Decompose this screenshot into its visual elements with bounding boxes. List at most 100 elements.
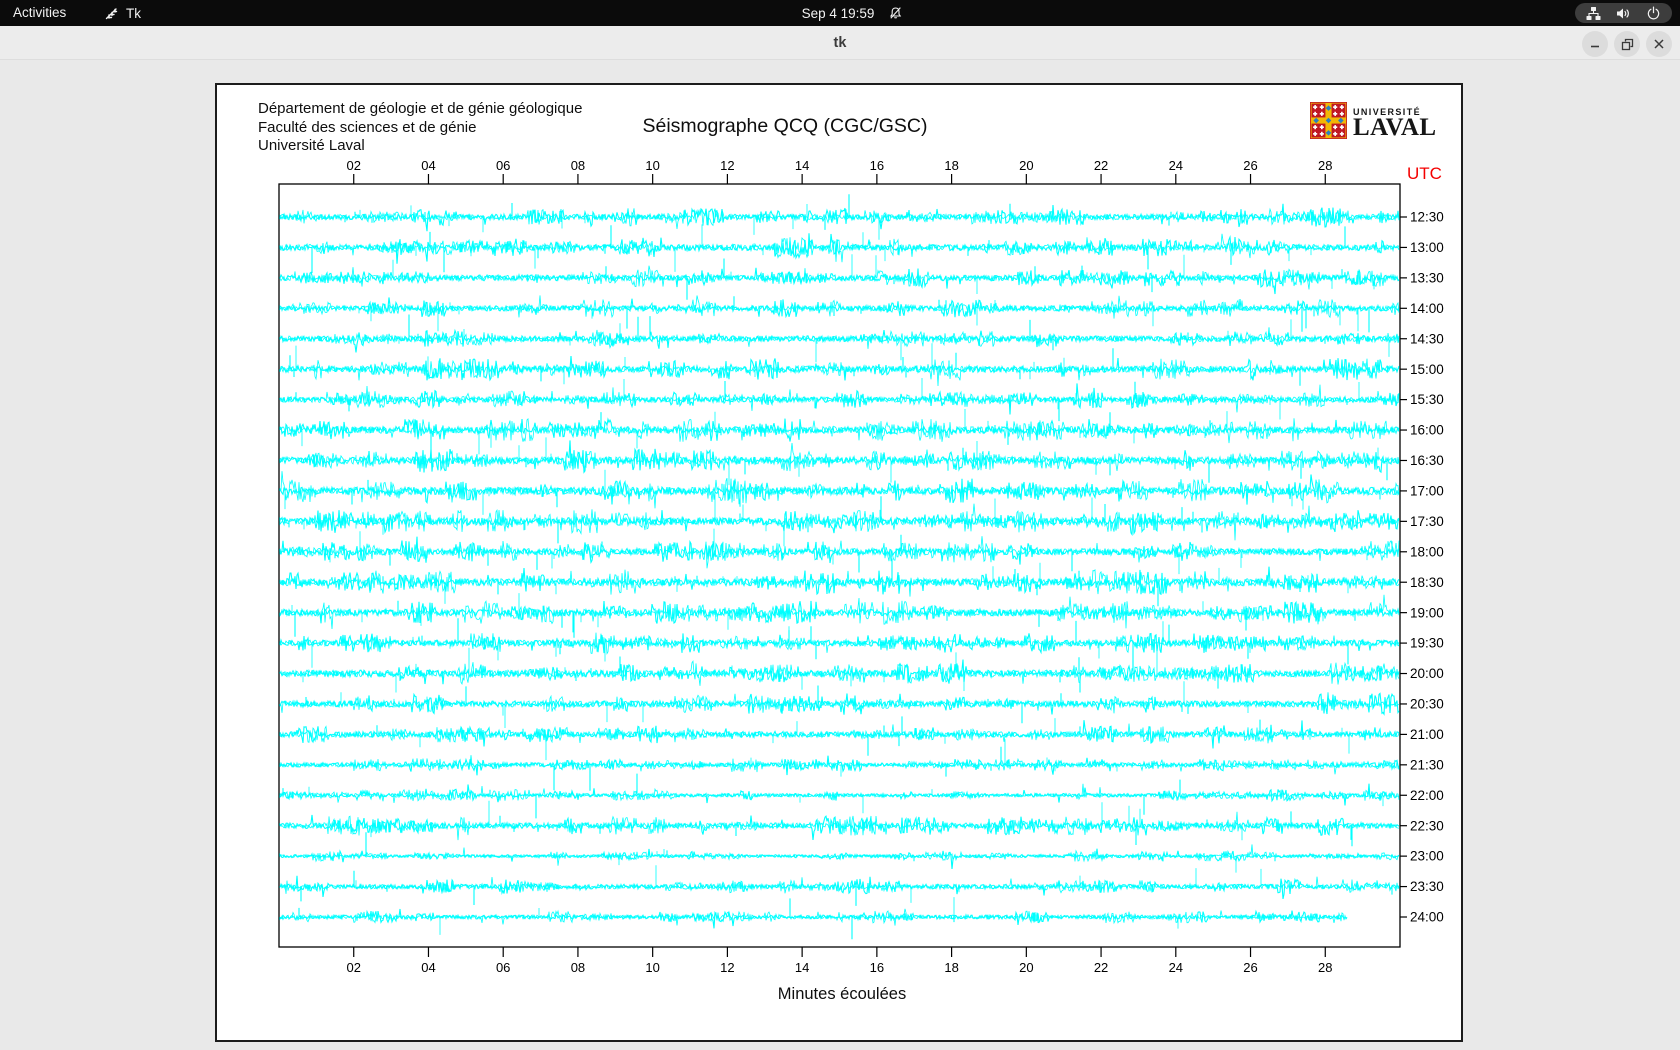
utc-tick-label: 12:30 <box>1410 210 1444 225</box>
trace-18:00 <box>279 528 1400 575</box>
trace-path <box>279 296 1400 333</box>
activities-button[interactable]: Activities <box>13 0 66 26</box>
x-tick-label-top: 26 <box>1243 158 1257 173</box>
trace-path <box>279 832 1400 869</box>
x-tick-label-bottom: 02 <box>346 960 360 975</box>
trace-15:00 <box>279 343 1400 387</box>
x-tick-label-bottom: 08 <box>571 960 585 975</box>
x-tick-label-bottom: 24 <box>1169 960 1183 975</box>
desktop: Activities Tk Sep 4 19:59 tk Département… <box>0 0 1680 1050</box>
bell-slash-icon <box>888 6 902 20</box>
utc-tick-label: 14:30 <box>1410 331 1444 346</box>
trace-path <box>279 600 1400 638</box>
x-tick-label-top: 12 <box>720 158 734 173</box>
utc-tick-label: 13:30 <box>1410 270 1444 285</box>
utc-tick-label: 16:00 <box>1410 423 1444 438</box>
trace-22:30 <box>279 800 1400 847</box>
trace-17:00 <box>279 469 1400 517</box>
trace-22:00 <box>279 773 1400 819</box>
utc-tick-label: 19:30 <box>1410 636 1444 651</box>
trace-path <box>279 718 1400 761</box>
trace-path <box>279 783 1400 814</box>
x-tick-label-bottom: 10 <box>645 960 659 975</box>
seismic-traces <box>279 194 1400 940</box>
trace-path <box>279 204 1400 240</box>
utc-tick-label: 22:00 <box>1410 788 1444 803</box>
trace-path <box>279 496 1400 544</box>
utc-tick-label: 15:00 <box>1410 362 1444 377</box>
clock[interactable]: Sep 4 19:59 <box>802 0 903 26</box>
trace-path <box>279 897 1348 935</box>
trace-path <box>279 295 1400 332</box>
seismograph-canvas: Département de géologie et de génie géol… <box>215 83 1463 1042</box>
trace-21:30 <box>279 739 1400 791</box>
trace-19:30 <box>279 618 1400 669</box>
x-tick-label-bottom: 20 <box>1019 960 1033 975</box>
trace-14:30 <box>279 314 1400 363</box>
trace-19:00 <box>279 593 1400 638</box>
tk-window-body: Département de géologie et de génie géol… <box>0 61 1680 1050</box>
tk-icon <box>104 6 119 21</box>
trace-path <box>279 739 1400 777</box>
utc-tick-label: 21:30 <box>1410 757 1444 772</box>
x-tick-label-top: 16 <box>870 158 884 173</box>
utc-tick-label: 13:00 <box>1410 240 1444 255</box>
system-status-area[interactable] <box>1575 3 1672 23</box>
x-tick-label-top: 24 <box>1169 158 1183 173</box>
trace-14:00 <box>279 295 1400 333</box>
trace-path <box>279 647 1400 693</box>
x-tick-label-top: 14 <box>795 158 809 173</box>
x-axis-ticks: 02 02 04 04 06 06 08 08 10 10 12 12 14 14 16 16 18 18 20 20… <box>346 158 1332 975</box>
x-tick-label-bottom: 14 <box>795 960 809 975</box>
utc-tick-label: 22:30 <box>1410 818 1444 833</box>
utc-tick-label: 20:00 <box>1410 666 1444 681</box>
window-titlebar: tk <box>0 26 1680 60</box>
trace-23:00 <box>279 832 1400 873</box>
x-tick-label-top: 06 <box>496 158 510 173</box>
utc-tick-label: 15:30 <box>1410 392 1444 407</box>
trace-12:30 <box>279 194 1400 240</box>
trace-16:30 <box>279 437 1400 486</box>
utc-tick-label: 20:30 <box>1410 697 1444 712</box>
trace-13:00 <box>279 224 1400 274</box>
x-tick-label-bottom: 22 <box>1094 960 1108 975</box>
x-tick-label-bottom: 28 <box>1318 960 1332 975</box>
trace-path <box>279 528 1400 575</box>
trace-23:30 <box>279 865 1400 906</box>
utc-tick-label: 17:00 <box>1410 484 1444 499</box>
utc-tick-label: 14:00 <box>1410 301 1444 316</box>
x-tick-label-top: 08 <box>571 158 585 173</box>
trace-path <box>279 314 1400 353</box>
network-icon <box>1586 6 1601 20</box>
trace-17:30 <box>279 496 1400 547</box>
utc-tick-label: 18:30 <box>1410 575 1444 590</box>
x-tick-label-top: 18 <box>944 158 958 173</box>
utc-tick-label: 24:00 <box>1410 910 1444 925</box>
utc-tick-label: 17:30 <box>1410 514 1444 529</box>
trace-20:00 <box>279 647 1400 693</box>
trace-24:00 <box>279 897 1348 940</box>
gnome-top-bar: Activities Tk Sep 4 19:59 <box>0 0 1680 26</box>
utc-tick-label: 23:00 <box>1410 849 1444 864</box>
trace-15:30 <box>279 378 1400 422</box>
maximize-button[interactable] <box>1614 31 1640 57</box>
x-tick-label-bottom: 12 <box>720 960 734 975</box>
minimize-button[interactable] <box>1582 31 1608 57</box>
x-tick-label-bottom: 06 <box>496 960 510 975</box>
trace-16:00 <box>279 409 1400 456</box>
trace-20:30 <box>279 681 1400 728</box>
trace-path <box>279 194 1400 232</box>
x-tick-label-top: 28 <box>1318 158 1332 173</box>
trace-18:30 <box>279 558 1400 607</box>
power-icon <box>1646 6 1661 21</box>
x-tick-label-top: 02 <box>346 158 360 173</box>
tk-app-indicator[interactable]: Tk <box>104 0 141 26</box>
x-tick-label-top: 22 <box>1094 158 1108 173</box>
trace-path <box>279 343 1400 387</box>
x-tick-label-top: 04 <box>421 158 435 173</box>
close-button[interactable] <box>1646 31 1672 57</box>
utc-tick-label: 23:30 <box>1410 879 1444 894</box>
trace-path <box>279 800 1400 841</box>
utc-axis-ticks: 12:30 13:00 13:30 14:00 14:30 15:00 15:30 16:00… <box>1400 210 1444 925</box>
utc-tick-label: 19:00 <box>1410 605 1444 620</box>
